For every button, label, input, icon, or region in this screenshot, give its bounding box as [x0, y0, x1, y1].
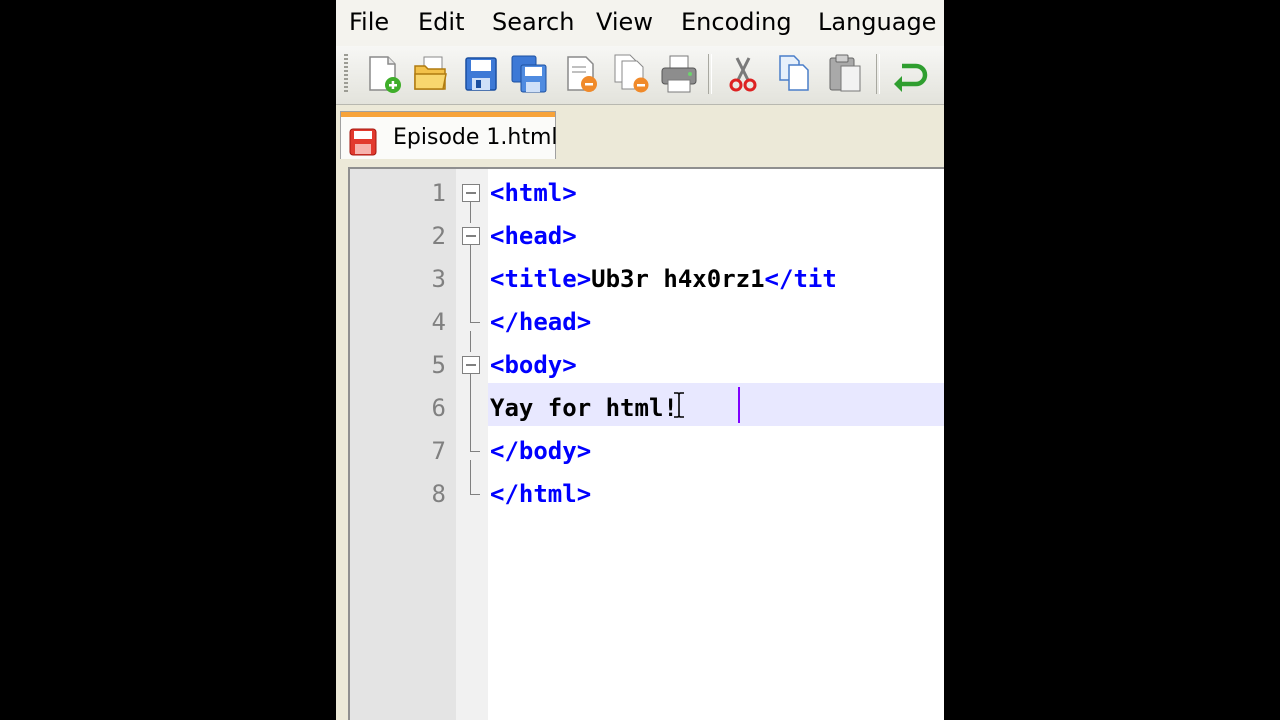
save-all-icon — [511, 55, 547, 93]
menu-bar: File Edit Search View Encoding Language — [336, 0, 944, 46]
close-icon — [567, 56, 597, 92]
new-file-button[interactable] — [362, 52, 404, 96]
menu-encoding[interactable]: Encoding — [681, 8, 792, 36]
tab-strip: Episode 1.html — [336, 105, 944, 159]
html-tag: </body> — [490, 437, 592, 465]
open-file-icon — [414, 56, 447, 90]
fold-toggle-head[interactable] — [462, 227, 480, 245]
close-button[interactable] — [560, 52, 602, 96]
code-editor[interactable]: 1 2 3 4 5 6 7 8 <html> <head> <title>Ub3… — [348, 167, 944, 720]
unsaved-file-icon — [349, 128, 377, 156]
fold-end-marker — [470, 451, 480, 452]
save-icon — [465, 57, 497, 91]
fold-end-marker — [470, 494, 480, 495]
save-all-button[interactable] — [508, 52, 550, 96]
menu-edit[interactable]: Edit — [418, 8, 464, 36]
menu-search[interactable]: Search — [492, 8, 574, 36]
cut-button[interactable] — [722, 52, 764, 96]
line-number: 7 — [431, 437, 446, 465]
tab-label: Episode 1.html — [393, 125, 558, 150]
toolbar-grip[interactable] — [344, 54, 348, 94]
fold-line — [470, 331, 471, 352]
undo-icon — [894, 63, 928, 92]
toolbar-separator — [708, 54, 712, 94]
cut-icon — [729, 57, 757, 92]
line-number: 4 — [431, 308, 446, 336]
tab-episode-1-html[interactable]: Episode 1.html — [340, 111, 558, 159]
undo-button[interactable] — [890, 52, 932, 96]
code-line-1[interactable]: <html> — [490, 178, 577, 208]
code-line-2[interactable]: <head> — [490, 221, 577, 251]
close-all-icon — [614, 54, 649, 93]
paste-icon — [829, 54, 861, 92]
fold-toggle-html[interactable] — [462, 184, 480, 202]
line-number-gutter: 1 2 3 4 5 6 7 8 — [350, 169, 456, 720]
html-tag: <body> — [490, 351, 577, 379]
code-line-5[interactable]: <body> — [490, 350, 577, 380]
code-line-8[interactable]: </html> — [490, 479, 591, 509]
html-tag: <title> — [490, 265, 592, 293]
toolbar-separator — [876, 54, 880, 94]
line-number: 6 — [431, 394, 446, 422]
fold-line — [470, 374, 471, 452]
html-tag: </html> — [490, 480, 592, 508]
fold-end-marker — [470, 322, 480, 323]
fold-margin — [456, 169, 488, 720]
menu-file[interactable]: File — [349, 8, 389, 36]
paste-button[interactable] — [824, 52, 866, 96]
code-line-3[interactable]: <title>Ub3r h4x0rz1</tit — [490, 264, 837, 294]
fold-toggle-body[interactable] — [462, 356, 480, 374]
code-line-4[interactable]: </head> — [490, 307, 591, 337]
line-number: 2 — [431, 222, 446, 250]
code-line-7[interactable]: </body> — [490, 436, 591, 466]
print-button[interactable] — [658, 52, 700, 96]
tab-active-indicator — [341, 112, 555, 117]
line-number: 1 — [431, 179, 446, 207]
html-tag: </head> — [490, 308, 592, 336]
html-tag: <head> — [490, 222, 577, 250]
ibeam-cursor-icon — [674, 392, 684, 418]
fold-line — [470, 460, 471, 495]
toolbar — [336, 46, 944, 105]
code-text: Ub3r h4x0rz1 — [591, 265, 765, 293]
line-number: 5 — [431, 351, 446, 379]
html-tag: </tit — [764, 265, 837, 293]
text-caret — [738, 387, 740, 423]
open-file-button[interactable] — [410, 52, 452, 96]
copy-button[interactable] — [774, 52, 816, 96]
line-number: 3 — [431, 265, 446, 293]
menu-language[interactable]: Language — [818, 8, 936, 36]
new-file-icon — [369, 56, 401, 93]
line-number: 8 — [431, 480, 446, 508]
html-tag: <html> — [490, 179, 577, 207]
close-all-button[interactable] — [610, 52, 652, 96]
fold-line — [470, 202, 471, 223]
fold-line — [470, 245, 471, 323]
menu-view[interactable]: View — [596, 8, 653, 36]
save-button[interactable] — [460, 52, 502, 96]
print-icon — [661, 55, 697, 93]
copy-icon — [779, 55, 809, 91]
code-line-6[interactable]: Yay for html! — [490, 393, 678, 423]
code-text: Yay for html! — [490, 394, 678, 422]
notepad-plus-plus-window: File Edit Search View Encoding Language — [336, 0, 944, 720]
